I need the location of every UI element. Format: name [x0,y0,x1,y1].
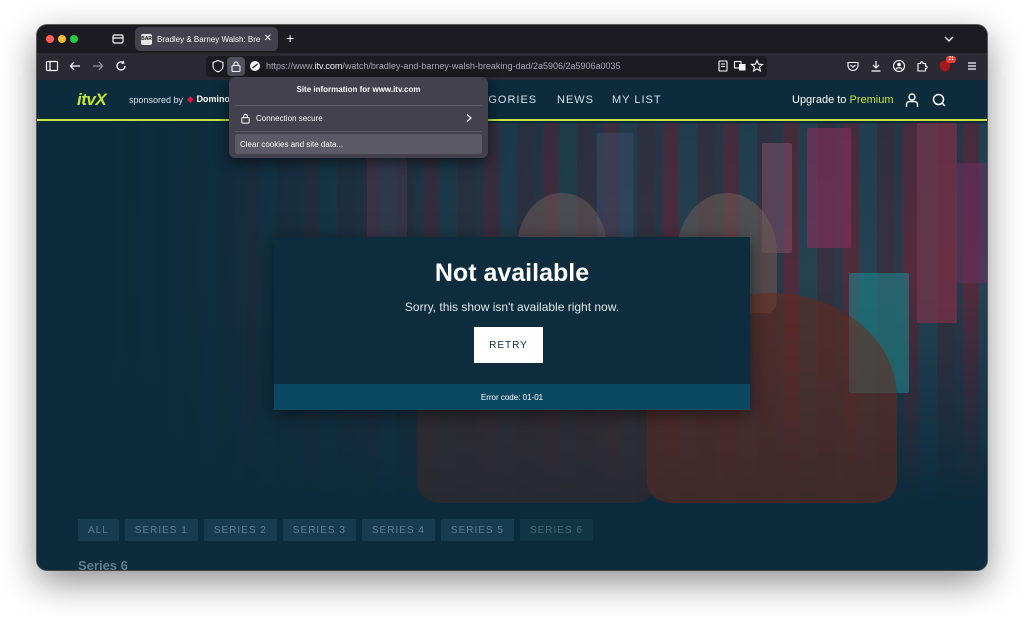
tab-strip: BAR Bradley & Barney Walsh: Breaking Dad… [37,25,987,53]
neon-sign [917,123,957,323]
search-icon[interactable] [931,92,947,108]
error-title: Not available [434,259,590,287]
error-dialog: Not available Sorry, this show isn't ava… [274,237,750,410]
popup-divider [235,131,482,132]
browser-window: BAR Bradley & Barney Walsh: Breaking Dad… [37,25,987,570]
extension-badge: 21 [946,56,956,63]
connection-secure-item[interactable]: Connection secure [235,108,482,128]
close-window-button[interactable] [46,35,54,43]
url-prefix: https://www. [266,61,315,71]
series-tab-2[interactable]: SERIES 2 [203,519,277,541]
series-tab-all[interactable]: ALL [78,519,119,541]
navigation-toolbar: https://www.itv.com/watch/bradley-and-ba… [37,53,987,80]
chevron-down-icon[interactable] [943,33,955,45]
error-message: Sorry, this show isn't available right n… [404,300,620,314]
forward-arrow-icon[interactable] [91,59,105,73]
account-icon[interactable] [892,59,906,73]
popup-title: Site information for www.itv.com [296,85,421,94]
address-bar[interactable]: https://www.itv.com/watch/bradley-and-ba… [206,56,767,77]
minimize-window-button[interactable] [58,35,66,43]
tab-close-icon[interactable]: ✕ [264,34,272,44]
upgrade-prefix: Upgrade to [792,94,850,106]
clear-cookies-label: Clear cookies and site data... [240,139,344,149]
tab-favicon-icon: BAR [141,33,152,45]
sponsor-logo: ◆ Domino [187,94,230,105]
translate-icon[interactable] [733,59,747,73]
error-code-bar: Error code: 01-01 [274,384,750,410]
hamburger-menu-icon[interactable] [965,59,979,73]
reader-view-icon[interactable] [716,59,730,73]
clear-cookies-item[interactable]: Clear cookies and site data... [235,134,482,154]
permissions-icon[interactable] [248,59,262,73]
extensions-icon[interactable] [915,59,929,73]
upgrade-link[interactable]: Upgrade to Premium [792,94,894,106]
nav-my-list[interactable]: MY LIST [612,94,662,106]
url-domain: itv.com [314,61,343,71]
zoom-window-button[interactable] [70,35,78,43]
upgrade-premium: Premium [849,94,894,106]
sponsor-brand: Domino [196,94,230,104]
bookmark-star-icon[interactable] [750,59,764,73]
site-header: itvX sponsored by ◆ Domino EGORIES NEWS … [37,80,987,121]
downloads-icon[interactable] [869,59,883,73]
url-path: /watch/bradley-and-barney-walsh-breaking… [342,61,621,71]
nav-news[interactable]: NEWS [557,94,594,106]
active-tab[interactable]: BAR Bradley & Barney Walsh: Breaking Dad… [135,27,278,51]
neon-sign [807,128,851,248]
series-tab-5[interactable]: SERIES 5 [440,519,514,541]
chevron-right-icon [466,114,472,122]
user-account-icon[interactable] [904,92,920,108]
sidebar-icon[interactable] [45,59,59,73]
lock-icon [231,61,241,73]
retry-button[interactable]: RETRY [474,327,543,363]
series-tab-6[interactable]: SERIES 6 [519,519,593,541]
firefox-view-icon[interactable] [111,32,125,46]
site-information-button[interactable] [227,57,245,76]
lock-icon [241,113,250,124]
extension-button[interactable]: 21 [938,56,956,73]
nav-categories[interactable]: EGORIES [480,94,537,106]
connection-secure-label: Connection secure [256,113,323,123]
tracking-shield-icon[interactable] [211,59,225,73]
url-text[interactable]: https://www.itv.com/watch/bradley-and-ba… [266,61,621,71]
back-arrow-icon[interactable] [68,59,82,73]
reload-icon[interactable] [114,59,128,73]
site-information-popup: Site information for www.itv.com Connect… [229,77,488,158]
series-tab-4[interactable]: SERIES 4 [361,519,435,541]
new-tab-button[interactable]: + [286,30,294,46]
web-page: itvX sponsored by ◆ Domino EGORIES NEWS … [37,80,987,570]
error-code: Error code: 01-01 [480,392,544,402]
neon-sign [957,163,987,283]
sponsor-label: sponsored by [129,95,184,105]
season-heading: Series 6 [78,558,128,570]
series-tab-1[interactable]: SERIES 1 [124,519,198,541]
dominos-domino-icon: ◆ [187,94,194,104]
series-tabs: ALL SERIES 1 SERIES 2 SERIES 3 SERIES 4 … [78,519,593,541]
popup-divider [235,105,482,106]
pocket-icon[interactable] [846,59,860,73]
tab-title: Bradley & Barney Walsh: Breaking Dad [157,34,260,44]
itvx-logo[interactable]: itvX [77,90,107,110]
series-tab-3[interactable]: SERIES 3 [282,519,356,541]
